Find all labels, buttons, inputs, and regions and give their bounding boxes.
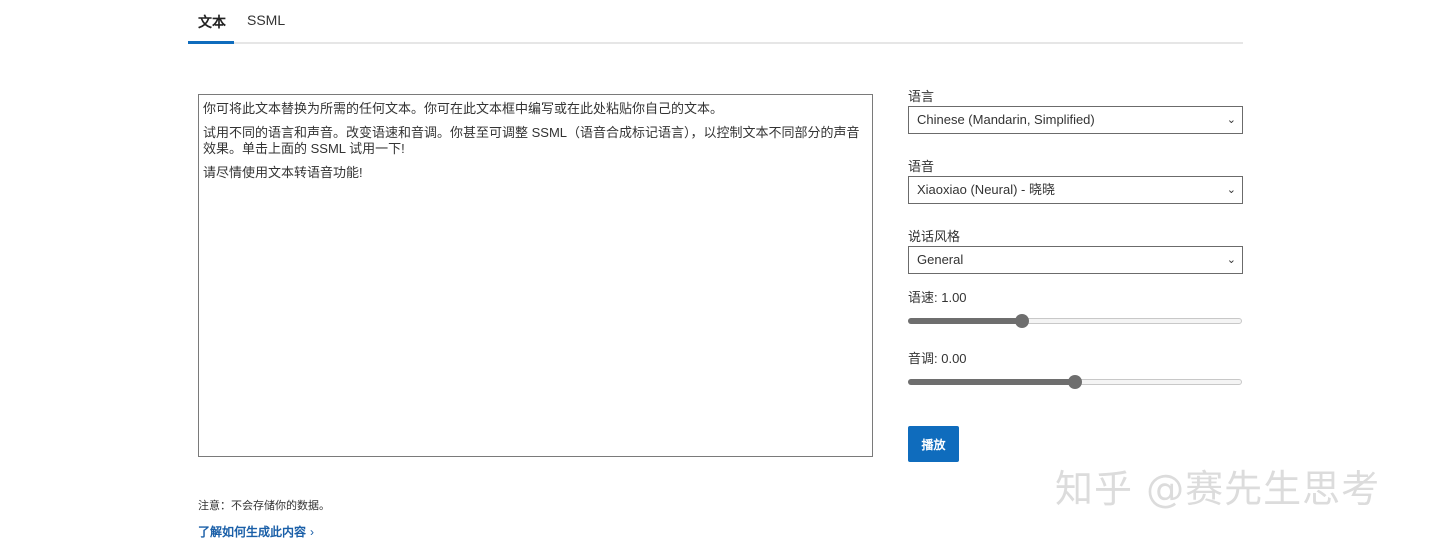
voice-label: 语音 <box>908 159 935 174</box>
slider-thumb[interactable] <box>1015 314 1029 328</box>
privacy-note: 注意：不会存储你的数据。 <box>198 500 330 512</box>
chevron-down-icon: ⌄ <box>1226 254 1236 266</box>
learn-more-label: 了解如何生成此内容 <box>198 525 307 539</box>
slider-fill <box>908 318 1022 324</box>
editor-paragraph: 请尽情使用文本转语音功能! <box>203 165 363 180</box>
watermark: 知乎 @赛先生思考 <box>1055 467 1381 511</box>
rate-label: 语速: 1.00 <box>908 290 967 305</box>
style-label: 说话风格 <box>908 229 961 244</box>
language-select-value: Chinese (Mandarin, Simplified) <box>917 112 1095 127</box>
editor-paragraph: 试用不同的语言和声音。改变语速和音调。你甚至可调整 SSML（语音合成标记语言）… <box>203 125 860 156</box>
active-tab-indicator <box>188 41 234 44</box>
voice-select[interactable]: Xiaoxiao (Neural) - 晓晓 ⌄ <box>908 176 1243 204</box>
play-button[interactable]: 播放 <box>908 426 959 462</box>
rate-slider[interactable] <box>908 314 1242 328</box>
style-select-value: General <box>917 252 964 267</box>
slider-thumb[interactable] <box>1068 375 1082 389</box>
chevron-down-icon: ⌄ <box>1226 184 1236 196</box>
chevron-down-icon: ⌄ <box>1226 114 1236 126</box>
language-select[interactable]: Chinese (Mandarin, Simplified) ⌄ <box>908 106 1243 134</box>
slider-fill <box>908 379 1075 385</box>
language-label: 语言 <box>908 89 935 104</box>
text-input-area[interactable]: 你可将此文本替换为所需的任何文本。你可在此文本框中编写或在此处粘贴你自己的文本。… <box>198 94 873 457</box>
pitch-slider[interactable] <box>908 375 1242 389</box>
tab-text[interactable]: 文本 <box>198 12 226 32</box>
tab-bar: 文本 SSML <box>188 0 1243 44</box>
chevron-right-icon: › <box>310 525 315 539</box>
learn-more-link[interactable]: 了解如何生成此内容 › <box>198 523 314 540</box>
tab-ssml[interactable]: SSML <box>247 12 285 28</box>
editor-paragraph: 你可将此文本替换为所需的任何文本。你可在此文本框中编写或在此处粘贴你自己的文本。 <box>203 101 724 116</box>
pitch-label: 音调: 0.00 <box>908 351 967 366</box>
style-select[interactable]: General ⌄ <box>908 246 1243 274</box>
voice-select-value: Xiaoxiao (Neural) - 晓晓 <box>917 182 1055 197</box>
